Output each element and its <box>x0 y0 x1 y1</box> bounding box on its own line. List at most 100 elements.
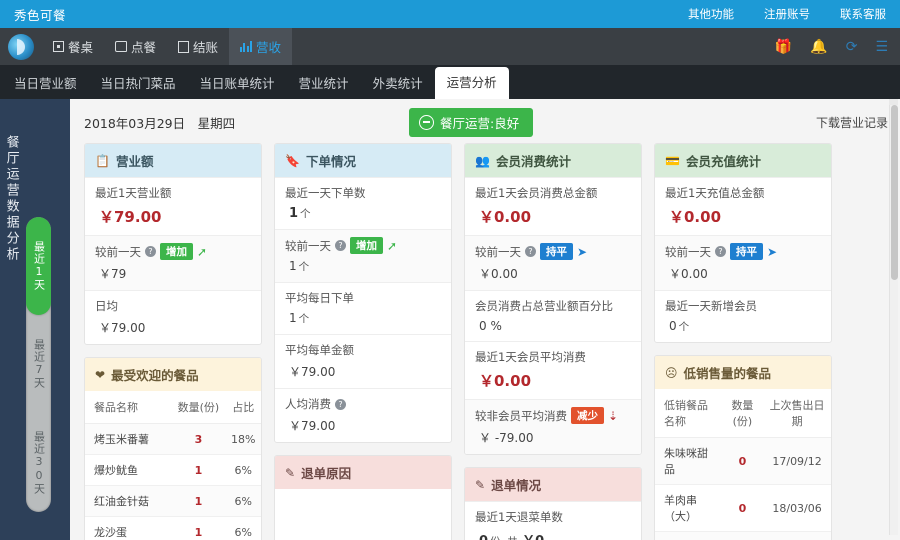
refresh-icon[interactable]: ⟳ <box>846 40 858 54</box>
topbar-link-other-functions[interactable]: 其他功能 <box>688 6 734 22</box>
row-label: 最近1天会员平均消费 <box>475 350 586 364</box>
tab-business-stats[interactable]: 营业统计 <box>287 69 361 99</box>
card-icon: 💳 <box>665 153 680 168</box>
scrollbar-thumb[interactable] <box>891 105 898 280</box>
row-value: 0 <box>479 534 488 540</box>
cell-quantity: 0 <box>721 484 764 532</box>
cell-ratio: 18% <box>225 423 261 455</box>
nav-right-icons: 🎁 🔔 ⟳ ☰ <box>775 40 900 54</box>
table-row: 朱味咪甜品 0 17/09/12 <box>655 437 831 485</box>
row-value: ￥79 <box>99 267 127 281</box>
range-option-1-day[interactable]: 最近1天 <box>26 217 51 316</box>
tab-operations-analysis[interactable]: 运营分析 <box>434 67 509 99</box>
vertical-scrollbar[interactable] <box>889 105 898 535</box>
menu-icon[interactable]: ☰ <box>875 40 888 54</box>
sidebar: 餐厅运营数据分析 最近1天 最近7天 最近30天 <box>0 99 70 540</box>
bell-icon[interactable]: 🔔 <box>810 40 827 54</box>
help-icon[interactable]: ? <box>335 398 346 410</box>
gift-icon[interactable]: 🎁 <box>775 40 792 54</box>
nav-item-order[interactable]: 点餐 <box>104 28 167 65</box>
row-label: 平均每日下单 <box>285 291 354 305</box>
row-extra-label: 共 <box>507 536 518 540</box>
cell-ratio: 6% <box>225 485 261 517</box>
trend-badge: 持平 <box>730 243 763 260</box>
pen-icon: ✎ <box>285 465 296 480</box>
row-new-members: 最近一天新增会员 0个 <box>655 290 831 342</box>
row-value: ￥0.00 <box>669 208 722 226</box>
row-orders-per-capita: 人均消费 ? ￥79.00 <box>275 388 451 442</box>
tab-daily-revenue[interactable]: 当日营业额 <box>2 69 89 99</box>
row-orders-avg-amount: 平均每单金额 ￥79.00 <box>275 334 451 388</box>
table-row: 羊肉串（大） 0 18/03/06 <box>655 484 831 532</box>
tab-daily-hot-dishes[interactable]: 当日热门菜品 <box>89 69 188 99</box>
status-badge: 餐厅运营:良好 <box>409 108 534 137</box>
row-orders-daily-avg: 平均每日下单 1个 <box>275 282 451 334</box>
table-row: 烤玉米番薯 3 18% <box>85 423 261 455</box>
content-inner: 2018年03月29日 星期四 餐厅运营:良好 下载营业记录 📋 营业额 最近1… <box>70 99 900 540</box>
card-low-sales: ☹ 低销售量的餐品 低销餐品名称 数量(份) 上次售出日期 朱味咪甜品 0 17… <box>654 355 832 540</box>
row-label: 较前一天 <box>285 238 331 253</box>
row-member-vs-prev: 较前一天 ? 持平 ➤ ￥0.00 <box>465 235 641 290</box>
tab-strip: 当日营业额 当日热门菜品 当日账单统计 营业统计 外卖统计 运营分析 <box>0 65 900 99</box>
tab-daily-bill-stats[interactable]: 当日账单统计 <box>188 69 287 99</box>
help-icon[interactable]: ? <box>715 246 726 257</box>
row-revenue-daily-avg: 日均 ￥79.00 <box>85 290 261 344</box>
cell-dish-name: 龙沙蛋 <box>85 516 172 540</box>
card-member-spend-title: 会员消费统计 <box>495 154 571 169</box>
topbar-link-register[interactable]: 注册账号 <box>764 6 810 22</box>
cell-dish-name: 朱味咪甜品 <box>655 437 722 485</box>
cell-dish-name: 炝海带丝 <box>655 531 722 540</box>
card-popular-dishes: ❤ 最受欢迎的餐品 餐品名称 数量(份) 占比 烤玉米番薯 3 18% 爆炒鱿鱼… <box>84 357 262 540</box>
row-member-total: 最近1天会员消费总金额 ￥0.00 <box>465 177 641 235</box>
card-popular-title: 最受欢迎的餐品 <box>111 368 199 383</box>
row-value: ￥0.00 <box>479 267 518 281</box>
card-member-topup-title: 会员充值统计 <box>685 154 761 169</box>
card-member-spend: 👥 会员消费统计 最近1天会员消费总金额 ￥0.00 较前一天 ? 持平 ➤ ￥… <box>464 143 642 455</box>
card-refund-reason-title: 退单原因 <box>301 466 352 481</box>
topbar-link-support[interactable]: 联系客服 <box>840 6 886 22</box>
card-orders-header: 🔖 下单情况 <box>275 144 451 177</box>
column-4: 💳 会员充值统计 最近1天充值总金额 ￥0.00 较前一天 ? 持平 ➤ ￥0.… <box>654 143 832 540</box>
row-label: 人均消费 <box>285 397 331 411</box>
trend-badge: 持平 <box>540 243 573 260</box>
range-option-7-days[interactable]: 最近7天 <box>26 315 51 413</box>
nav-item-revenue[interactable]: 营收 <box>229 28 293 65</box>
tab-takeout-stats[interactable]: 外卖统计 <box>361 69 435 99</box>
help-icon[interactable]: ? <box>335 240 346 251</box>
revenue-chart-icon <box>240 41 253 52</box>
app-logo-icon <box>8 33 34 60</box>
nav-item-tables[interactable]: 餐桌 <box>42 28 104 65</box>
nav-label-checkout: 结账 <box>193 40 219 55</box>
range-option-30-days[interactable]: 最近30天 <box>26 414 51 512</box>
column-3: 👥 会员消费统计 最近1天会员消费总金额 ￥0.00 较前一天 ? 持平 ➤ ￥… <box>464 143 642 540</box>
row-topup-vs-prev: 较前一天 ? 持平 ➤ ￥0.00 <box>655 235 831 290</box>
card-member-topup-header: 💳 会员充值统计 <box>655 144 831 177</box>
cell-quantity: 1 <box>171 516 226 540</box>
row-value-wrap: 1个 <box>285 311 441 326</box>
col-dish-name: 餐品名称 <box>85 391 172 424</box>
cell-quantity: 0 <box>721 437 764 485</box>
trend-badge: 减少 <box>571 407 604 424</box>
table-header-row: 低销餐品名称 数量(份) 上次售出日期 <box>655 389 831 438</box>
sidebar-vertical-title: 餐厅运营数据分析 <box>3 135 19 263</box>
row-label: 较前一天 <box>665 244 711 259</box>
help-icon[interactable]: ? <box>525 246 536 257</box>
checkout-icon <box>178 40 190 53</box>
popular-dishes-table: 餐品名称 数量(份) 占比 烤玉米番薯 3 18% 爆炒鱿鱼 1 6% 红油金针… <box>85 391 261 540</box>
download-records-link[interactable]: 下载营业记录 <box>816 114 888 131</box>
smiley-icon <box>419 115 434 130</box>
row-value: 1 <box>289 206 299 221</box>
row-label-wrap: 较非会员平均消费 减少 ⇣ <box>475 407 631 424</box>
card-revenue: 📋 营业额 最近1天营业额 ￥79.00 较前一天 ? 增加 ➚ ￥79 日均 … <box>84 143 262 345</box>
row-revenue-vs-prev: 较前一天 ? 增加 ➚ ￥79 <box>85 235 261 290</box>
row-orders-count: 最近一天下单数 1个 <box>275 177 451 229</box>
row-member-percent: 会员消费占总营业额百分比 0 % <box>465 290 641 341</box>
row-value-wrap: 1个 <box>285 206 441 221</box>
column-2: 🔖 下单情况 最近一天下单数 1个 较前一天 ? 增加 ➚ 1 个 平均每日下单… <box>274 143 452 540</box>
nav-item-checkout[interactable]: 结账 <box>167 28 229 65</box>
date-range-toggle[interactable]: 最近1天 最近7天 最近30天 <box>26 217 51 512</box>
col-last-sold: 上次售出日期 <box>763 389 831 438</box>
help-icon[interactable]: ? <box>145 246 156 257</box>
table-row: 龙沙蛋 1 6% <box>85 516 261 540</box>
row-revenue-total: 最近1天营业额 ￥79.00 <box>85 177 261 235</box>
